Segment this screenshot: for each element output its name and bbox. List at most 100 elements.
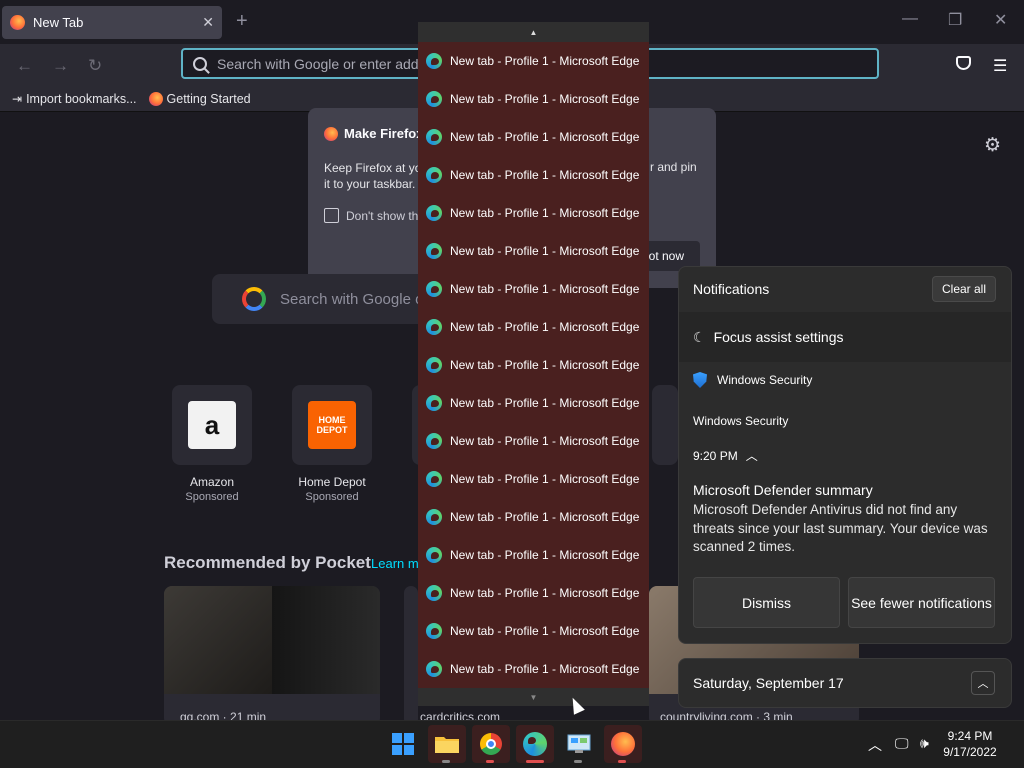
edge-window-item[interactable]: New tab - Profile 1 - Microsoft Edge — [418, 422, 649, 460]
edge-window-item[interactable]: New tab - Profile 1 - Microsoft Edge — [418, 346, 649, 384]
edge-window-item[interactable]: New tab - Profile 1 - Microsoft Edge — [418, 80, 649, 118]
top-site-home-depot[interactable]: HOME DEPOT — [292, 385, 372, 465]
moon-icon: ☾ — [693, 328, 706, 345]
edge-icon — [426, 167, 442, 183]
menu-icon[interactable]: ☰ — [993, 56, 1007, 76]
control-panel-icon — [567, 734, 591, 753]
chevron-up-icon[interactable]: ︿ — [971, 671, 995, 695]
edge-icon — [426, 91, 442, 107]
edge-window-title: New tab - Profile 1 - Microsoft Edge — [450, 244, 640, 258]
tab-new-tab[interactable]: New Tab ✕ — [2, 6, 222, 39]
edge-window-item[interactable]: New tab - Profile 1 - Microsoft Edge — [418, 384, 649, 422]
bookmark-import[interactable]: ⇥ Import bookmarks... — [12, 92, 137, 106]
edge-icon — [426, 395, 442, 411]
clear-all-button[interactable]: Clear all — [932, 276, 996, 302]
scroll-up-arrow-icon[interactable]: ▲ — [418, 22, 649, 42]
edge-window-title: New tab - Profile 1 - Microsoft Edge — [450, 510, 640, 524]
running-indicator — [618, 760, 626, 763]
top-site-sponsored: Sponsored — [185, 491, 239, 503]
edge-window-item[interactable]: New tab - Profile 1 - Microsoft Edge — [418, 308, 649, 346]
pocket-heading: Recommended by Pocket — [164, 553, 371, 572]
minimize-icon[interactable]: — — [902, 10, 918, 28]
edge-taskbar-button[interactable] — [516, 725, 554, 763]
new-tab-plus-icon[interactable]: + — [236, 10, 248, 33]
edge-window-item[interactable]: New tab - Profile 1 - Microsoft Edge — [418, 42, 649, 80]
edge-window-title: New tab - Profile 1 - Microsoft Edge — [450, 586, 640, 600]
edge-window-item[interactable]: New tab - Profile 1 - Microsoft Edge — [418, 460, 649, 498]
edge-icon — [426, 357, 442, 373]
calendar-date: Saturday, September 17 — [693, 675, 844, 691]
edge-icon — [426, 661, 442, 677]
edge-icon — [523, 732, 547, 756]
top-site-amazon[interactable]: a — [172, 385, 252, 465]
running-indicator — [442, 760, 450, 763]
edge-window-title: New tab - Profile 1 - Microsoft Edge — [450, 434, 640, 448]
see-fewer-notifications-button[interactable]: See fewer notifications — [848, 577, 995, 628]
search-icon — [193, 56, 207, 71]
system-clock[interactable]: 9:24 PM 9/17/2022 — [930, 728, 1010, 760]
chrome-taskbar-button[interactable] — [472, 725, 510, 763]
dont-show-checkbox[interactable] — [324, 208, 339, 223]
volume-icon[interactable]: 🕪 — [920, 735, 929, 752]
notification-time-row[interactable]: 9:20 PM ︿ — [693, 447, 758, 464]
edge-window-title: New tab - Profile 1 - Microsoft Edge — [450, 282, 640, 296]
edge-icon — [426, 623, 442, 639]
edge-window-title: New tab - Profile 1 - Microsoft Edge — [450, 130, 640, 144]
newtab-search-box[interactable]: Search with Google or — [212, 274, 432, 324]
focus-assist-settings[interactable]: ☾ Focus assist settings — [679, 312, 1011, 362]
start-button[interactable] — [384, 725, 422, 763]
top-site-partial[interactable] — [652, 385, 678, 465]
edge-icon — [426, 53, 442, 69]
top-site-label: Amazon — [189, 475, 235, 489]
edge-window-title: New tab - Profile 1 - Microsoft Edge — [450, 662, 640, 676]
reload-icon[interactable]: ↻ — [88, 56, 102, 76]
edge-window-title: New tab - Profile 1 - Microsoft Edge — [450, 358, 640, 372]
edge-window-item[interactable]: New tab - Profile 1 - Microsoft Edge — [418, 232, 649, 270]
firefox-icon — [10, 15, 25, 30]
edge-icon — [426, 281, 442, 297]
control-panel-taskbar-button[interactable] — [560, 725, 598, 763]
pocket-card[interactable] — [404, 586, 418, 726]
edge-icon — [426, 129, 442, 145]
shield-icon — [693, 372, 707, 388]
edge-window-item[interactable]: New tab - Profile 1 - Microsoft Edge — [418, 574, 649, 612]
import-icon: ⇥ — [12, 91, 23, 106]
back-icon[interactable]: ← — [16, 56, 33, 76]
edge-window-item[interactable]: New tab - Profile 1 - Microsoft Edge — [418, 612, 649, 650]
edge-window-title: New tab - Profile 1 - Microsoft Edge — [450, 396, 640, 410]
show-hidden-icons-chevron-icon[interactable]: ︿ — [868, 735, 882, 755]
edge-window-item[interactable]: New tab - Profile 1 - Microsoft Edge — [418, 650, 649, 688]
card-image — [272, 586, 380, 694]
close-tab-icon[interactable]: ✕ — [202, 14, 214, 31]
edge-window-item[interactable]: New tab - Profile 1 - Microsoft Edge — [418, 118, 649, 156]
card-image — [164, 586, 272, 694]
edge-window-item[interactable]: New tab - Profile 1 - Microsoft Edge — [418, 156, 649, 194]
bookmark-getting-started[interactable]: Getting Started — [148, 91, 251, 106]
edge-window-item[interactable]: New tab - Profile 1 - Microsoft Edge — [418, 498, 649, 536]
edge-window-title: New tab - Profile 1 - Microsoft Edge — [450, 472, 640, 486]
clock-date: 9/17/2022 — [943, 745, 997, 759]
forward-icon[interactable]: → — [52, 56, 69, 76]
edge-window-item[interactable]: New tab - Profile 1 - Microsoft Edge — [418, 270, 649, 308]
chevron-up-icon[interactable]: ︿ — [746, 447, 758, 464]
close-window-icon[interactable]: ✕ — [994, 10, 1007, 30]
pocket-learn-more-link[interactable]: Learn m — [371, 556, 419, 571]
dismiss-button[interactable]: Dismiss — [693, 577, 840, 628]
pocket-card[interactable] — [164, 586, 380, 726]
notification-time: 9:20 PM — [693, 448, 738, 463]
windows-start-icon — [392, 733, 414, 755]
edge-icon — [426, 585, 442, 601]
home-depot-icon: HOME DEPOT — [308, 401, 356, 449]
firefox-taskbar-button[interactable] — [604, 725, 642, 763]
scroll-down-arrow-icon[interactable]: ▼ — [418, 688, 649, 706]
file-explorer-taskbar-button[interactable] — [428, 725, 466, 763]
newtab-search-placeholder: Search with Google or — [280, 290, 429, 308]
edge-window-item[interactable]: New tab - Profile 1 - Microsoft Edge — [418, 536, 649, 574]
notifications-header: Notifications — [693, 281, 770, 297]
notification-body: Microsoft Defender Antivirus did not fin… — [693, 502, 988, 554]
notification-group-name: Windows Security — [693, 414, 789, 428]
restore-icon[interactable]: ❐ — [948, 10, 962, 30]
edge-window-item[interactable]: New tab - Profile 1 - Microsoft Edge — [418, 194, 649, 232]
network-icon[interactable]: 🖵 — [895, 735, 909, 752]
gear-icon[interactable]: ⚙ — [984, 134, 1001, 157]
